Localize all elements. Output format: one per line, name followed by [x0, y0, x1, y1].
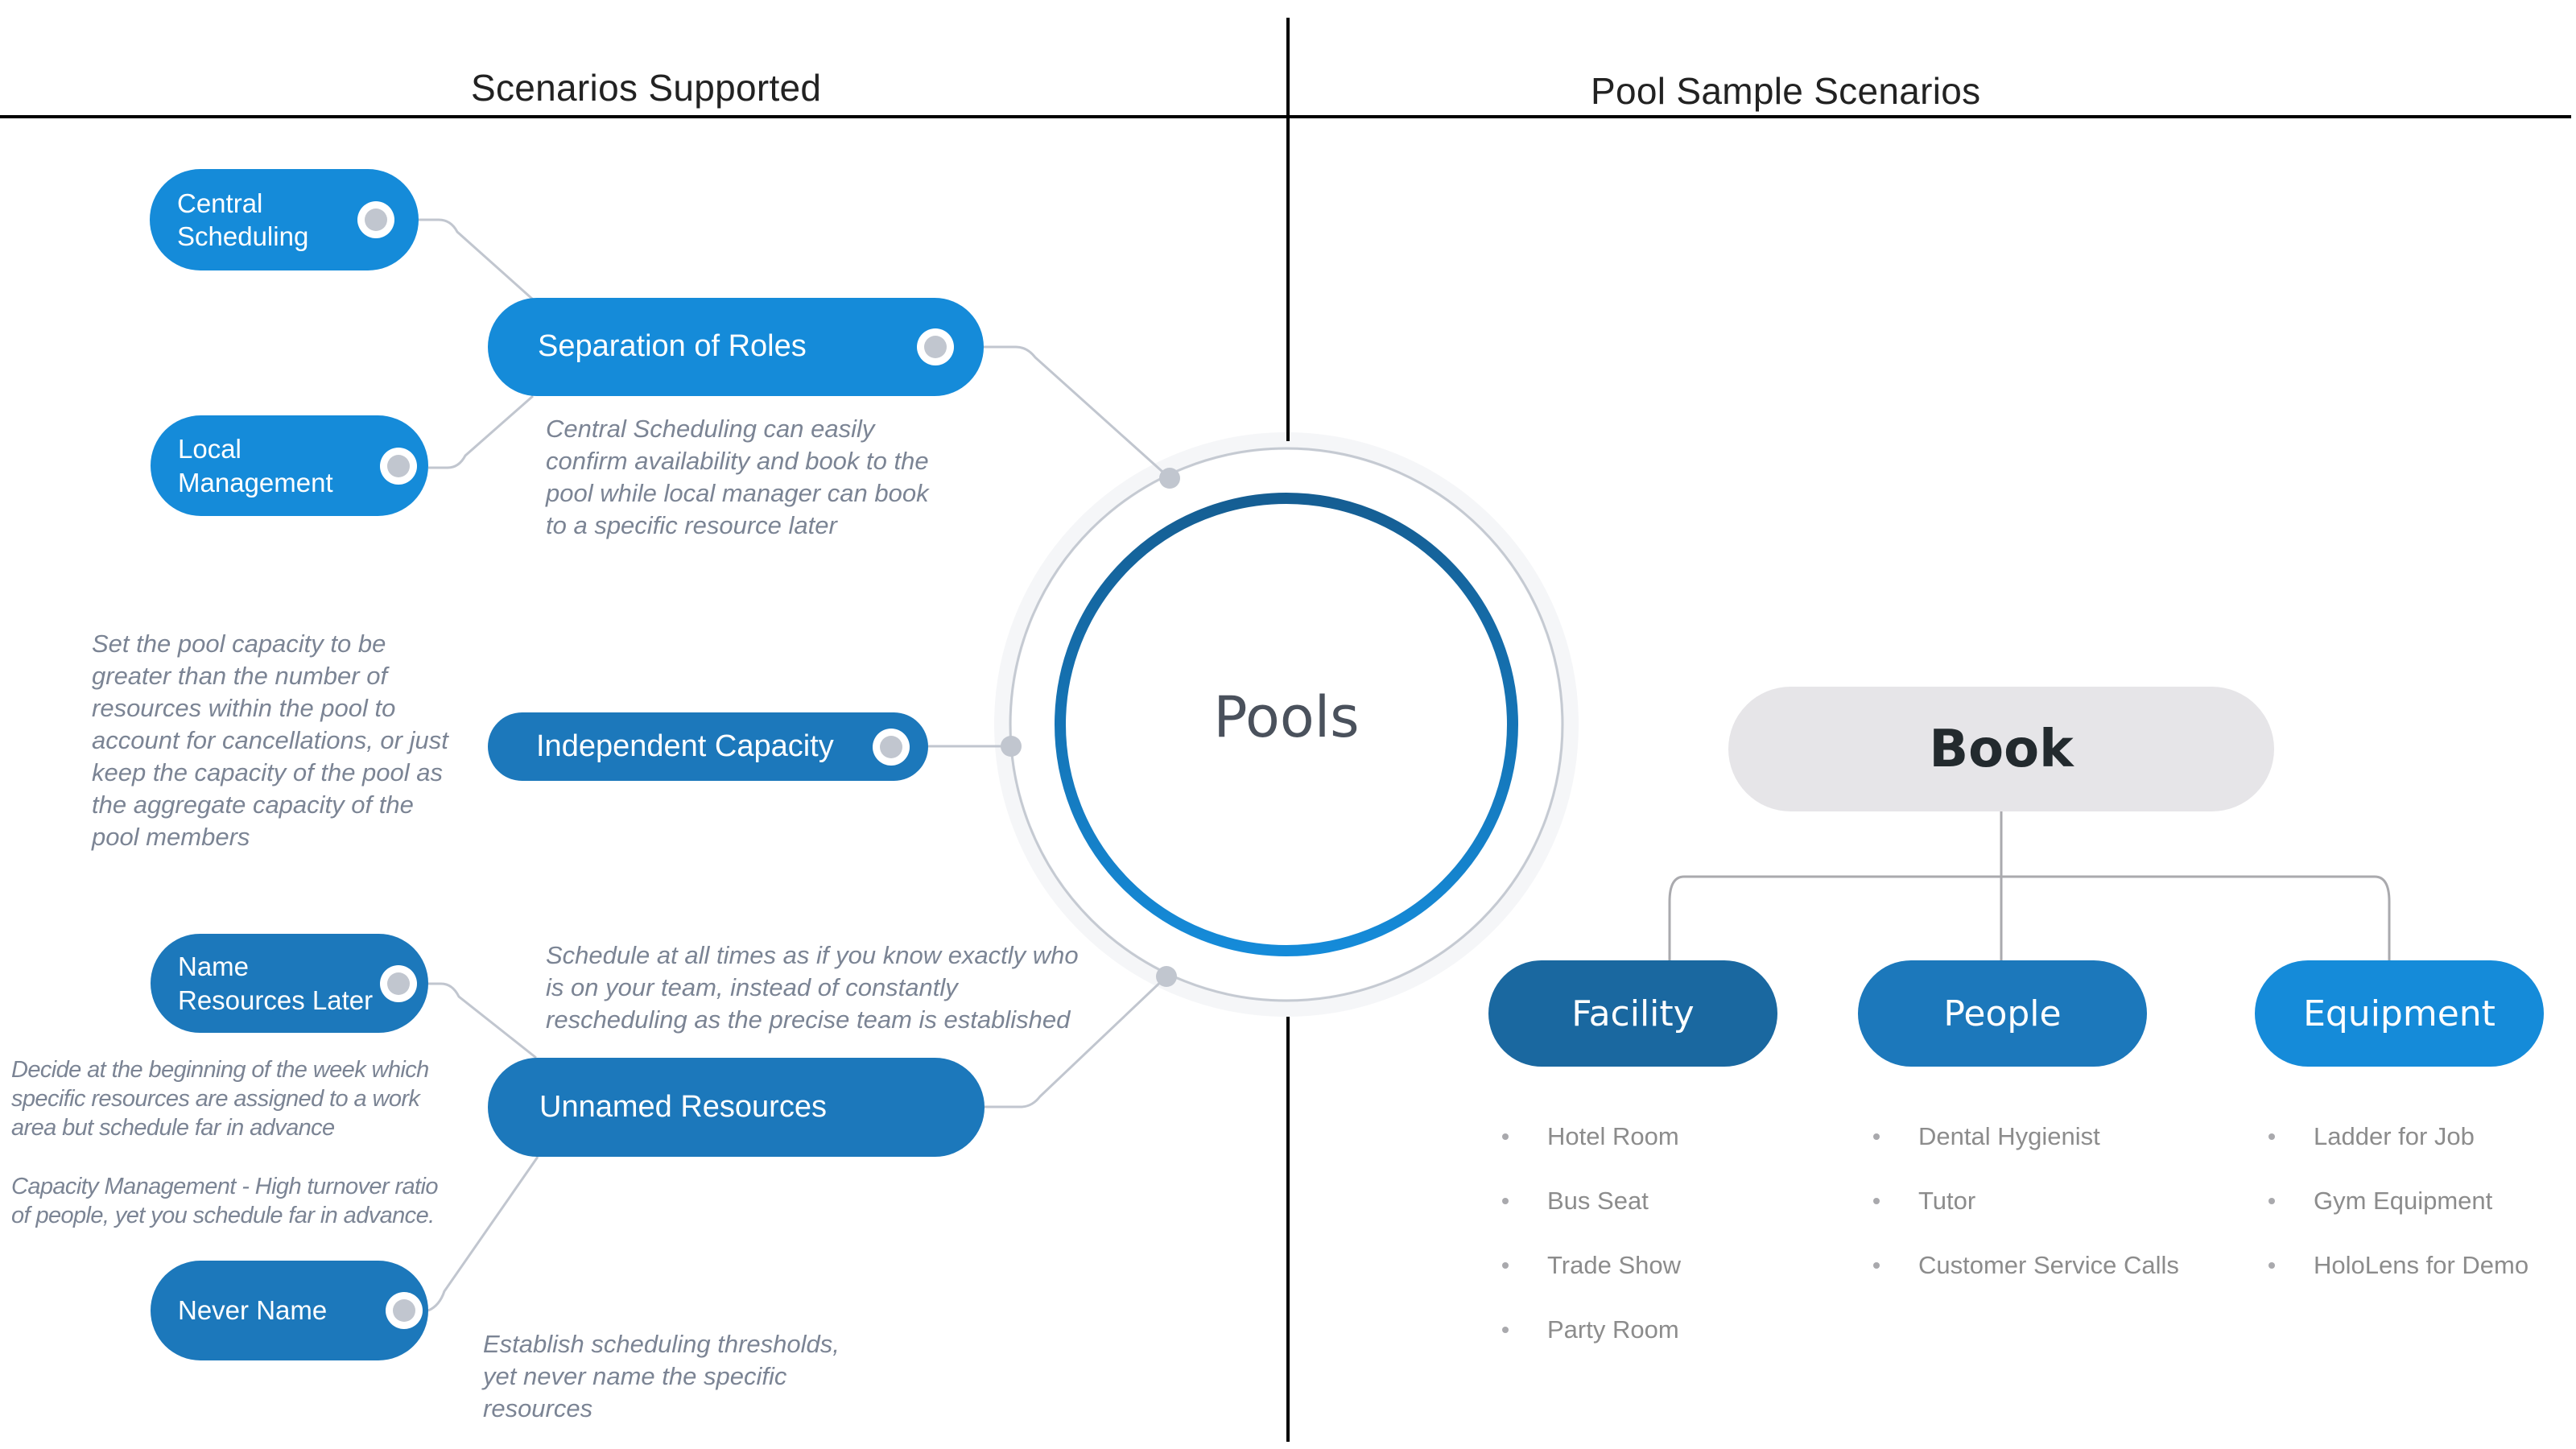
- note-never-name: Establish scheduling thresholds, yet nev…: [483, 1330, 840, 1422]
- heading-scenarios-supported: Scenarios Supported: [471, 67, 822, 109]
- list-item-label: Dental Hygienist: [1918, 1122, 2100, 1150]
- bullet-icon: [1502, 1262, 1509, 1269]
- people-items: Dental Hygienist Tutor Customer Service Ca…: [1873, 1119, 2179, 1312]
- equipment-items: Ladder for Job Gym Equipment HoloLens for …: [2268, 1119, 2529, 1312]
- node-local-management[interactable]: Local Management: [151, 415, 428, 516]
- node-central-scheduling[interactable]: Central Scheduling: [150, 169, 419, 270]
- connector-local-to-separation: [428, 394, 534, 469]
- tree-bar-left: [1668, 875, 2001, 960]
- list-item: Bus Seat: [1502, 1183, 1681, 1248]
- node-label: Name Resources Later: [178, 952, 374, 1015]
- tree-bar-right: [2001, 875, 2391, 960]
- node-label: Central Scheduling: [177, 188, 309, 251]
- list-item: Trade Show: [1502, 1248, 1681, 1312]
- list-item-label: Gym Equipment: [2314, 1187, 2493, 1215]
- bullet-icon: [1873, 1198, 1880, 1204]
- connector-separation-to-pools: [984, 345, 1171, 480]
- bullet-icon: [1502, 1133, 1509, 1140]
- list-item-label: HoloLens for Demo: [2314, 1251, 2529, 1279]
- list-item-label: Ladder for Job: [2314, 1122, 2475, 1150]
- node-separation-of-roles[interactable]: Separation of Roles: [488, 298, 984, 396]
- category-facility[interactable]: Facility: [1488, 960, 1777, 1067]
- bullet-icon: [2268, 1133, 2275, 1140]
- list-item-label: Tutor: [1918, 1187, 1976, 1215]
- expand-knob-icon[interactable]: [386, 1292, 423, 1329]
- list-item-label: Bus Seat: [1547, 1187, 1649, 1215]
- node-label: Never Name: [178, 1295, 328, 1326]
- expand-knob-icon[interactable]: [873, 728, 910, 766]
- list-item: HoloLens for Demo: [2268, 1248, 2529, 1312]
- node-unnamed-resources[interactable]: Unnamed Resources: [488, 1058, 985, 1157]
- node-name-resources-later[interactable]: Name Resources Later: [151, 934, 428, 1033]
- list-item: Party Room: [1502, 1312, 1681, 1377]
- list-item-label: Party Room: [1547, 1315, 1679, 1344]
- list-item: Customer Service Calls: [1873, 1248, 2179, 1312]
- list-item-label: Hotel Room: [1547, 1122, 1679, 1150]
- list-item: Hotel Room: [1502, 1119, 1681, 1183]
- note-name-resources-later-1: Decide at the beginning of the week whic…: [11, 1057, 429, 1141]
- note-unnamed-resources: Schedule at all times as if you know exa…: [546, 941, 1079, 1034]
- bullet-icon: [1502, 1327, 1509, 1333]
- list-item: Gym Equipment: [2268, 1183, 2529, 1248]
- pools-center-label: Pools: [1213, 684, 1360, 750]
- note-separation-of-roles: Central Scheduling can easily confirm av…: [546, 415, 929, 539]
- expand-knob-icon[interactable]: [917, 328, 954, 365]
- column-divider-bottom: [1286, 1017, 1290, 1442]
- expand-knob-icon[interactable]: [357, 201, 394, 238]
- node-never-name[interactable]: Never Name: [151, 1261, 428, 1360]
- node-independent-capacity[interactable]: Independent Capacity: [488, 712, 928, 781]
- list-item: Ladder for Job: [2268, 1119, 2529, 1183]
- tree-root-book[interactable]: Book: [1728, 687, 2274, 811]
- expand-knob-icon[interactable]: [380, 964, 417, 1002]
- category-equipment[interactable]: Equipment: [2255, 960, 2544, 1067]
- pools-port-dot: [1156, 966, 1177, 987]
- connector-namelater-to-unnamed: [428, 982, 537, 1059]
- expand-knob-icon[interactable]: [380, 447, 417, 485]
- pools-port-dot: [1001, 736, 1022, 757]
- list-item: Tutor: [1873, 1183, 2179, 1248]
- pools-port-dot: [1159, 468, 1180, 489]
- list-item: Dental Hygienist: [1873, 1119, 2179, 1183]
- node-label: Independent Capacity: [536, 729, 834, 763]
- node-label: Local Management: [178, 434, 333, 497]
- connector-nevername-to-unnamed: [427, 1156, 539, 1312]
- category-people[interactable]: People: [1858, 960, 2147, 1067]
- heading-pool-sample-scenarios: Pool Sample Scenarios: [1591, 70, 1981, 112]
- bullet-icon: [2268, 1198, 2275, 1204]
- column-divider-top: [1286, 18, 1290, 441]
- list-item-label: Customer Service Calls: [1918, 1251, 2179, 1279]
- bullet-icon: [1873, 1262, 1880, 1269]
- facility-items: Hotel Room Bus Seat Trade Show Party Room: [1502, 1119, 1681, 1377]
- node-label: Unnamed Resources: [539, 1089, 827, 1124]
- bullet-icon: [1502, 1198, 1509, 1204]
- connector-central-to-separation: [419, 218, 534, 301]
- list-item-label: Trade Show: [1547, 1251, 1681, 1279]
- bullet-icon: [1873, 1133, 1880, 1140]
- note-independent-capacity: Set the pool capacity to be greater than…: [92, 630, 448, 851]
- header-divider: [0, 115, 2571, 118]
- bullet-icon: [2268, 1262, 2275, 1269]
- note-name-resources-later-2: Capacity Management - High turnover rati…: [11, 1174, 438, 1228]
- node-label: Separation of Roles: [538, 329, 807, 364]
